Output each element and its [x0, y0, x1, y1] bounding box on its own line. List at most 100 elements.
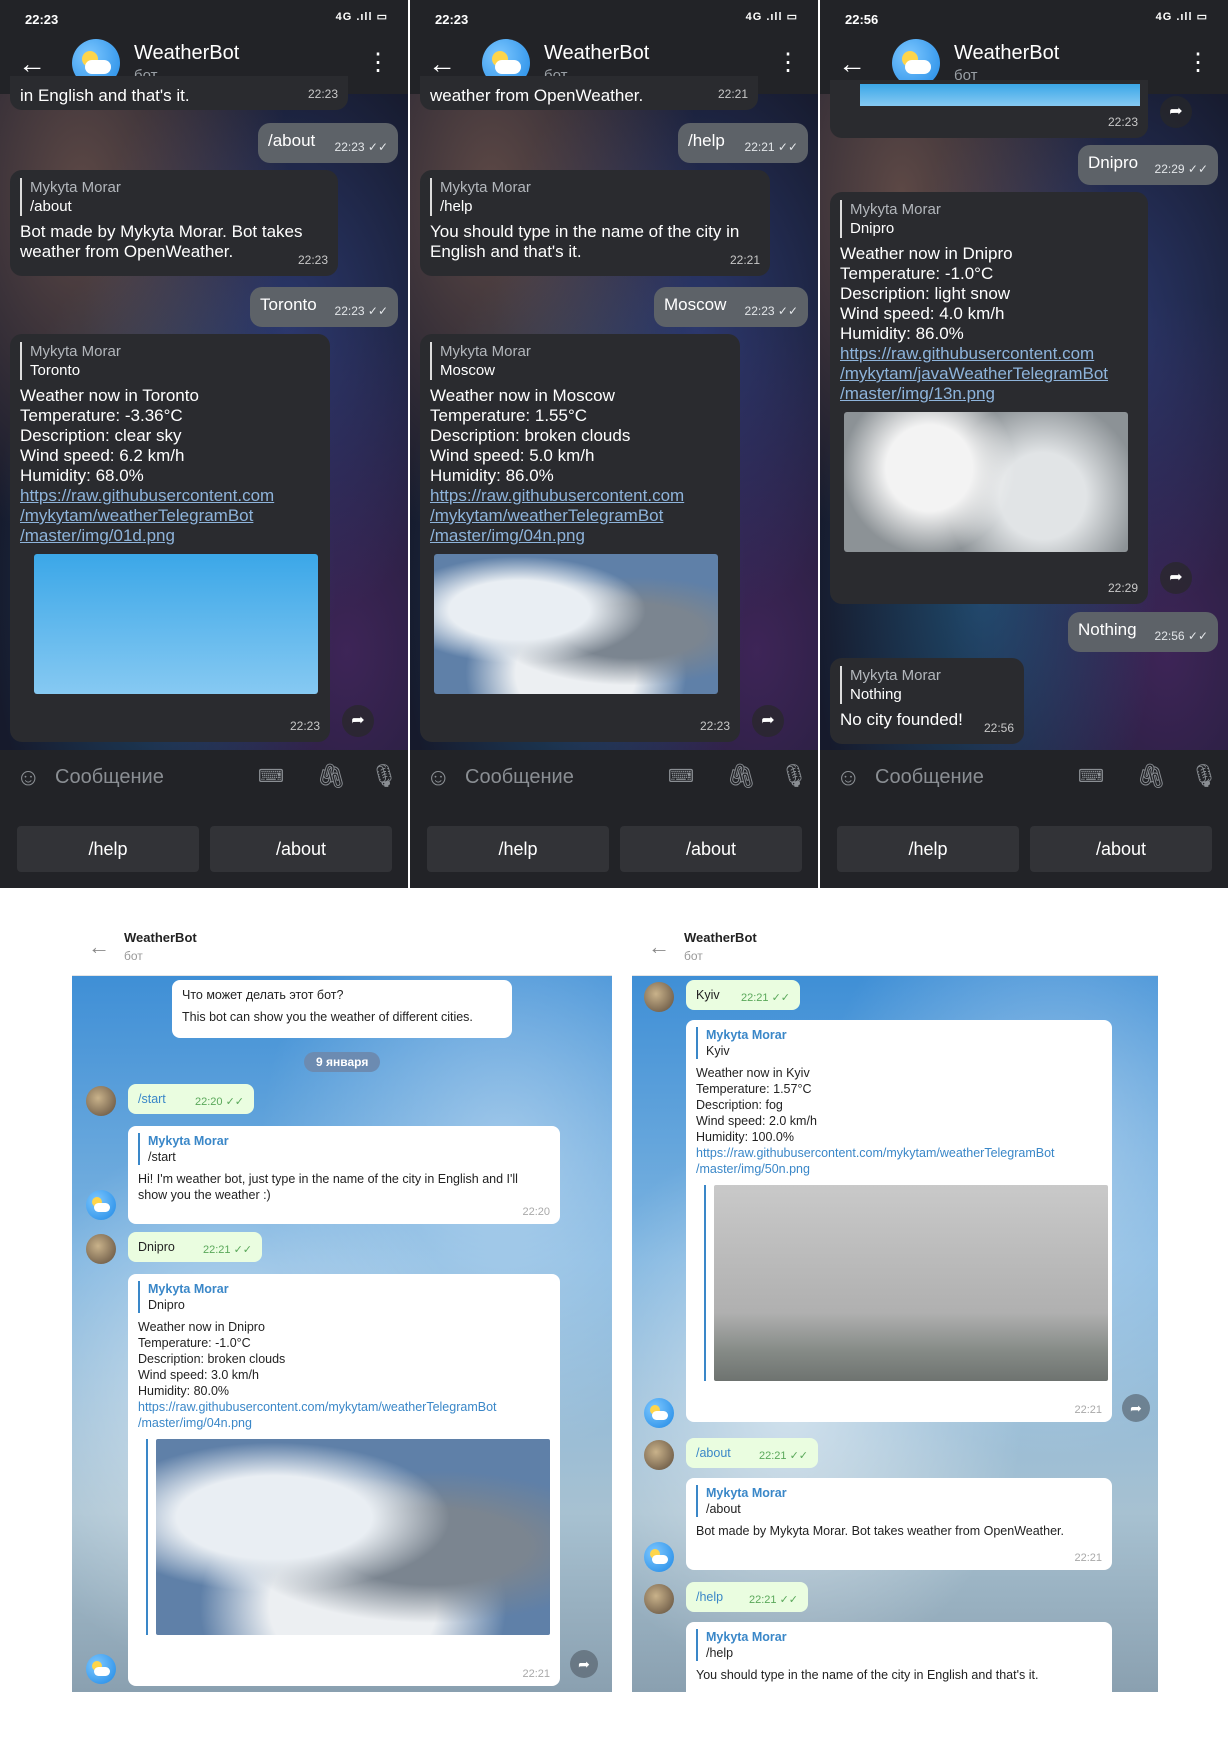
attach-icon[interactable]: 🖇	[1136, 762, 1166, 791]
microphone-icon[interactable]: 🎙	[1190, 763, 1218, 789]
image-link[interactable]: /master/img/04n.png	[430, 526, 730, 546]
weather-line: Weather now in Moscow	[430, 386, 615, 405]
weather-line: Wind speed: 4.0 km/h	[840, 304, 1005, 323]
image-link[interactable]: https://raw.githubusercontent.com/mykyta…	[138, 1399, 550, 1415]
help-button[interactable]: /help	[17, 826, 199, 872]
image-link[interactable]: https://raw.githubusercontent.com	[20, 486, 320, 506]
photo-preview[interactable]	[860, 84, 1140, 106]
share-icon[interactable]: ➦	[342, 705, 374, 737]
keyboard-icon[interactable]: ⌨	[1078, 766, 1104, 787]
bot-avatar[interactable]	[644, 1398, 674, 1428]
weather-photo[interactable]	[714, 1185, 1108, 1381]
chat-title[interactable]: WeatherBot	[134, 42, 239, 65]
user-avatar[interactable]	[644, 1584, 674, 1614]
image-link[interactable]: /master/img/50n.png	[696, 1161, 1102, 1177]
intro-text: This bot can show you the weather of dif…	[182, 1010, 473, 1024]
user-avatar[interactable]	[644, 1440, 674, 1470]
more-menu-icon[interactable]: ⋮	[366, 48, 390, 77]
attach-icon[interactable]: 🖇	[726, 762, 756, 791]
bot-avatar[interactable]	[86, 1654, 116, 1684]
back-arrow-icon[interactable]: ←	[838, 48, 866, 80]
image-link[interactable]: /mykytam/weatherTelegramBot	[20, 506, 320, 526]
image-link[interactable]: /master/img/04n.png	[138, 1415, 550, 1431]
back-arrow-icon[interactable]: ←	[88, 934, 110, 960]
bot-reply: Mykyta Morar /help You should type in th…	[420, 170, 770, 276]
chat-header: ← WeatherBot бот	[72, 918, 612, 976]
bot-avatar[interactable]	[86, 1190, 116, 1220]
keyboard-icon[interactable]: ⌨	[258, 766, 284, 787]
message-text: Dnipro	[138, 1240, 175, 1254]
help-button[interactable]: /help	[427, 826, 609, 872]
quote-author: Mykyta Morar	[440, 343, 531, 360]
weather-photo[interactable]	[34, 554, 318, 694]
reply-quote[interactable]: Mykyta Morar Moscow	[430, 342, 730, 380]
microphone-icon[interactable]: 🎙	[780, 763, 808, 789]
reply-quote[interactable]: Mykyta Morar Nothing	[840, 666, 1014, 704]
weather-line: Temperature: -1.0°C	[840, 264, 994, 283]
keyboard-icon[interactable]: ⌨	[668, 766, 694, 787]
message-text: Bot made by Mykyta Morar. Bot takes weat…	[696, 1524, 1064, 1538]
about-button[interactable]: /about	[1030, 826, 1212, 872]
reply-quote[interactable]: Mykyta Morar /about	[696, 1485, 1102, 1517]
reply-quote[interactable]: Mykyta Morar Dnipro	[840, 200, 1138, 238]
reply-quote[interactable]: Mykyta Morar /start	[138, 1133, 550, 1165]
share-icon[interactable]: ➦	[1160, 96, 1192, 128]
bot-intro-card: Что может делать этот бот? This bot can …	[172, 980, 512, 1038]
reply-quote[interactable]: Mykyta Morar Toronto	[20, 342, 320, 380]
bot-avatar[interactable]	[644, 1542, 674, 1572]
message-input[interactable]: Сообщение	[55, 766, 164, 789]
weather-photo[interactable]	[844, 412, 1128, 552]
weather-photo[interactable]	[156, 1439, 550, 1635]
reply-quote[interactable]: Mykyta Morar /help	[430, 178, 760, 216]
image-link[interactable]: /mykytam/javaWeatherTelegramBot	[840, 364, 1138, 384]
chat-title[interactable]: WeatherBot	[684, 930, 757, 945]
reply-quote[interactable]: Mykyta Morar Kyiv	[696, 1027, 1102, 1059]
signal-battery-icon: 4G .ıll ▭	[335, 11, 388, 23]
more-menu-icon[interactable]: ⋮	[1186, 48, 1210, 77]
image-link[interactable]: /master/img/01d.png	[20, 526, 320, 546]
user-avatar[interactable]	[86, 1086, 116, 1116]
user-avatar[interactable]	[86, 1234, 116, 1264]
emoji-icon[interactable]: ☺	[16, 764, 41, 792]
microphone-icon[interactable]: 🎙	[370, 763, 398, 789]
chat-title[interactable]: WeatherBot	[544, 42, 649, 65]
double-check-icon: ✓✓	[1187, 629, 1208, 643]
image-link[interactable]: /mykytam/weatherTelegramBot	[430, 506, 730, 526]
chat-subtitle: бот	[684, 949, 703, 963]
bot-reply: Mykyta Morar Toronto Weather now in Toro…	[10, 334, 330, 742]
chat-title[interactable]: WeatherBot	[124, 930, 197, 945]
status-time: 22:56	[845, 12, 879, 27]
message-time: 22:21	[758, 1450, 787, 1462]
weather-photo[interactable]	[434, 554, 718, 694]
image-link[interactable]: https://raw.githubusercontent.com	[430, 486, 730, 506]
share-icon[interactable]: ➦	[1160, 562, 1192, 594]
share-icon[interactable]: ➦	[1122, 1394, 1150, 1422]
quote-text: Kyiv	[706, 1044, 730, 1058]
weather-line: Weather now in Kyiv	[696, 1066, 810, 1080]
message-input[interactable]: Сообщение	[875, 766, 984, 789]
image-link[interactable]: https://raw.githubusercontent.com/mykyta…	[696, 1145, 1102, 1161]
attach-icon[interactable]: 🖇	[316, 762, 346, 791]
quote-author: Mykyta Morar	[850, 667, 941, 684]
user-avatar[interactable]	[644, 982, 674, 1012]
image-link[interactable]: https://raw.githubusercontent.com	[840, 344, 1138, 364]
help-button[interactable]: /help	[837, 826, 1019, 872]
reply-quote[interactable]: Mykyta Morar /about	[20, 178, 328, 216]
share-icon[interactable]: ➦	[570, 1650, 598, 1678]
image-link[interactable]: /master/img/13n.png	[840, 384, 1138, 404]
message-text: /about	[268, 131, 316, 150]
emoji-icon[interactable]: ☺	[426, 764, 451, 792]
about-button[interactable]: /about	[620, 826, 802, 872]
about-button[interactable]: /about	[210, 826, 392, 872]
bot-reply: Mykyta Morar /about Bot made by Mykyta M…	[686, 1478, 1112, 1570]
more-menu-icon[interactable]: ⋮	[776, 48, 800, 77]
emoji-icon[interactable]: ☺	[836, 764, 861, 792]
weather-line: Humidity: 100.0%	[696, 1130, 794, 1144]
back-arrow-icon[interactable]: ←	[648, 934, 670, 960]
reply-quote[interactable]: Mykyta Morar /help	[696, 1629, 1102, 1661]
share-icon[interactable]: ➦	[752, 705, 784, 737]
reply-quote[interactable]: Mykyta Morar Dnipro	[138, 1281, 550, 1313]
message-input[interactable]: Сообщение	[465, 766, 574, 789]
chat-title[interactable]: WeatherBot	[954, 42, 1059, 65]
weather-line: Temperature: 1.55°C	[430, 406, 588, 425]
